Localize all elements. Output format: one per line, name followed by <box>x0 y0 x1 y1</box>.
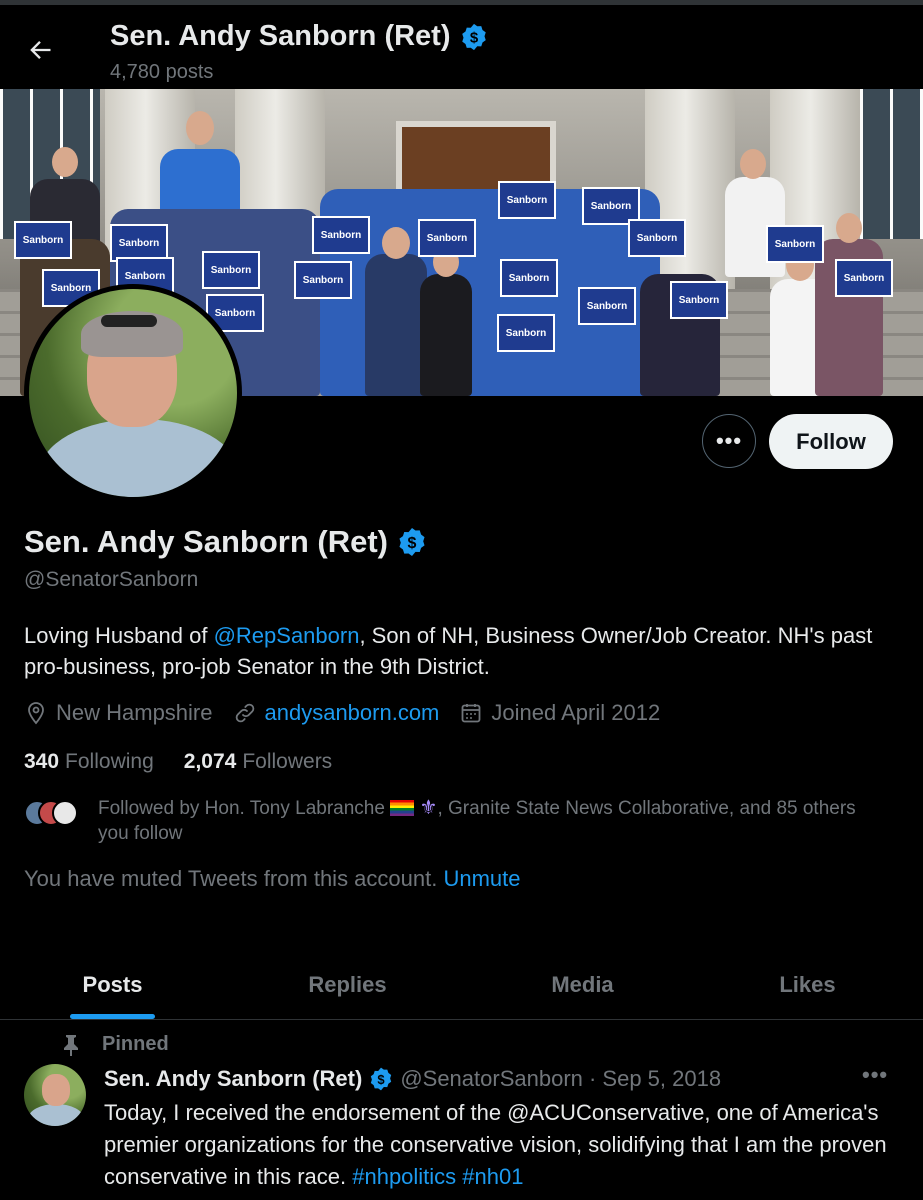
campaign-sign: Sanborn <box>628 219 686 257</box>
tweet-avatar-face <box>42 1074 70 1106</box>
followed-by-prefix: Followed by Hon. Tony Labranche <box>98 798 391 819</box>
tweet-hashtags[interactable]: #nhpolitics #nh01 <box>352 1164 523 1189</box>
calendar-icon <box>461 704 481 723</box>
followers-count: 2,074 <box>183 750 237 773</box>
profile-avatar[interactable] <box>24 284 242 502</box>
pinned-label: Pinned <box>62 1033 169 1056</box>
rainbow-flag-icon <box>390 800 415 816</box>
website-link[interactable]: andysanborn.com <box>265 700 440 726</box>
tab-posts[interactable]: Posts <box>0 950 225 1019</box>
tweet-header: Sen. Andy Sanborn (Ret) $ @SenatorSanbor… <box>104 1066 721 1092</box>
campaign-sign: Sanborn <box>835 259 893 297</box>
location-text: New Hampshire <box>56 700 213 725</box>
banner-window <box>860 89 923 239</box>
avatar-shirt <box>39 419 237 497</box>
fleur-de-lis-icon: ⚜ <box>419 797 438 819</box>
banner-head <box>186 111 214 145</box>
tab-media[interactable]: Media <box>470 950 695 1019</box>
campaign-sign: Sanborn <box>418 219 476 257</box>
profile-meta: New Hampshire andysanborn.com Joined Apr… <box>24 700 680 726</box>
profile-header: Sen. Andy Sanborn (Ret) $ 4,780 posts <box>0 5 923 89</box>
tweet-text: Today, I received the endorsement of the… <box>104 1097 904 1193</box>
banner-person <box>365 254 427 396</box>
bio-text: Loving Husband of <box>24 623 214 648</box>
svg-text:$: $ <box>378 1072 386 1087</box>
profile-display-name: Sen. Andy Sanborn (Ret) <box>24 524 388 559</box>
link-icon <box>235 703 254 723</box>
tweet-handle-date[interactable]: @SenatorSanborn · Sep 5, 2018 <box>400 1066 721 1092</box>
following-label: Following <box>65 750 154 773</box>
more-options-button[interactable]: ••• <box>702 414 756 468</box>
pin-icon <box>64 1034 78 1056</box>
tab-replies[interactable]: Replies <box>235 950 460 1019</box>
following-link[interactable]: 340 Following <box>24 750 154 774</box>
bio-mention-link[interactable]: @RepSanborn <box>214 623 360 648</box>
joined-item: Joined April 2012 <box>459 700 660 726</box>
campaign-sign: Sanborn <box>500 259 558 297</box>
campaign-sign: Sanborn <box>670 281 728 319</box>
avatar-sunglasses <box>101 315 157 327</box>
unmute-link[interactable]: Unmute <box>443 866 520 891</box>
svg-text:$: $ <box>469 29 478 46</box>
followers-label: Followers <box>242 750 333 773</box>
following-count: 340 <box>24 750 60 773</box>
muted-notice: You have muted Tweets from this account.… <box>24 866 521 892</box>
posts-count: 4,780 posts <box>110 61 214 83</box>
active-tab-indicator <box>70 1014 155 1019</box>
banner-head <box>382 227 410 259</box>
campaign-sign: Sanborn <box>312 216 370 254</box>
header-name: Sen. Andy Sanborn (Ret) <box>110 20 451 52</box>
profile-tabs: Posts Replies Media Likes <box>0 950 923 1020</box>
banner-head <box>52 147 78 177</box>
verified-badge-icon: $ <box>371 1067 392 1091</box>
muted-text: You have muted Tweets from this account. <box>24 866 438 891</box>
follow-button[interactable]: Follow <box>769 414 893 469</box>
campaign-sign: Sanborn <box>497 314 555 352</box>
tweet-avatar[interactable] <box>24 1064 86 1126</box>
campaign-sign: Sanborn <box>578 287 636 325</box>
tweet-avatar-shirt <box>28 1104 84 1126</box>
banner-head <box>740 149 766 179</box>
tweet-more-button[interactable]: ••• <box>862 1062 888 1088</box>
followers-link[interactable]: 2,074 Followers <box>184 750 332 774</box>
campaign-sign: Sanborn <box>14 221 72 259</box>
tweet-author-name[interactable]: Sen. Andy Sanborn (Ret) <box>104 1066 362 1092</box>
pinned-text: Pinned <box>102 1033 169 1055</box>
follower-avatar <box>52 800 78 826</box>
campaign-sign: Sanborn <box>202 251 260 289</box>
profile-name: Sen. Andy Sanborn (Ret) $ <box>24 524 428 560</box>
website-item[interactable]: andysanborn.com <box>233 700 440 726</box>
followed-by[interactable]: Followed by Hon. Tony Labranche ⚜, Grani… <box>24 796 884 848</box>
profile-handle: @SenatorSanborn <box>24 568 199 591</box>
tab-likes[interactable]: Likes <box>695 950 920 1019</box>
location-pin-icon <box>28 702 44 725</box>
campaign-sign: Sanborn <box>498 181 556 219</box>
location-item: New Hampshire <box>24 700 213 726</box>
svg-text:$: $ <box>408 535 417 552</box>
header-title: Sen. Andy Sanborn (Ret) $ <box>110 20 489 53</box>
joined-text: Joined April 2012 <box>491 700 661 725</box>
followed-by-text: Followed by Hon. Tony Labranche ⚜, Grani… <box>98 796 884 846</box>
banner-head <box>836 213 862 243</box>
back-arrow-icon[interactable] <box>22 32 58 68</box>
campaign-sign: Sanborn <box>294 261 352 299</box>
verified-badge-icon: $ <box>399 528 425 556</box>
profile-bio: Loving Husband of @RepSanborn, Son of NH… <box>24 620 894 682</box>
banner-person <box>420 274 472 396</box>
verified-badge-icon: $ <box>461 23 486 50</box>
campaign-sign: Sanborn <box>766 225 824 263</box>
profile-stats: 340 Following 2,074 Followers <box>24 750 362 774</box>
